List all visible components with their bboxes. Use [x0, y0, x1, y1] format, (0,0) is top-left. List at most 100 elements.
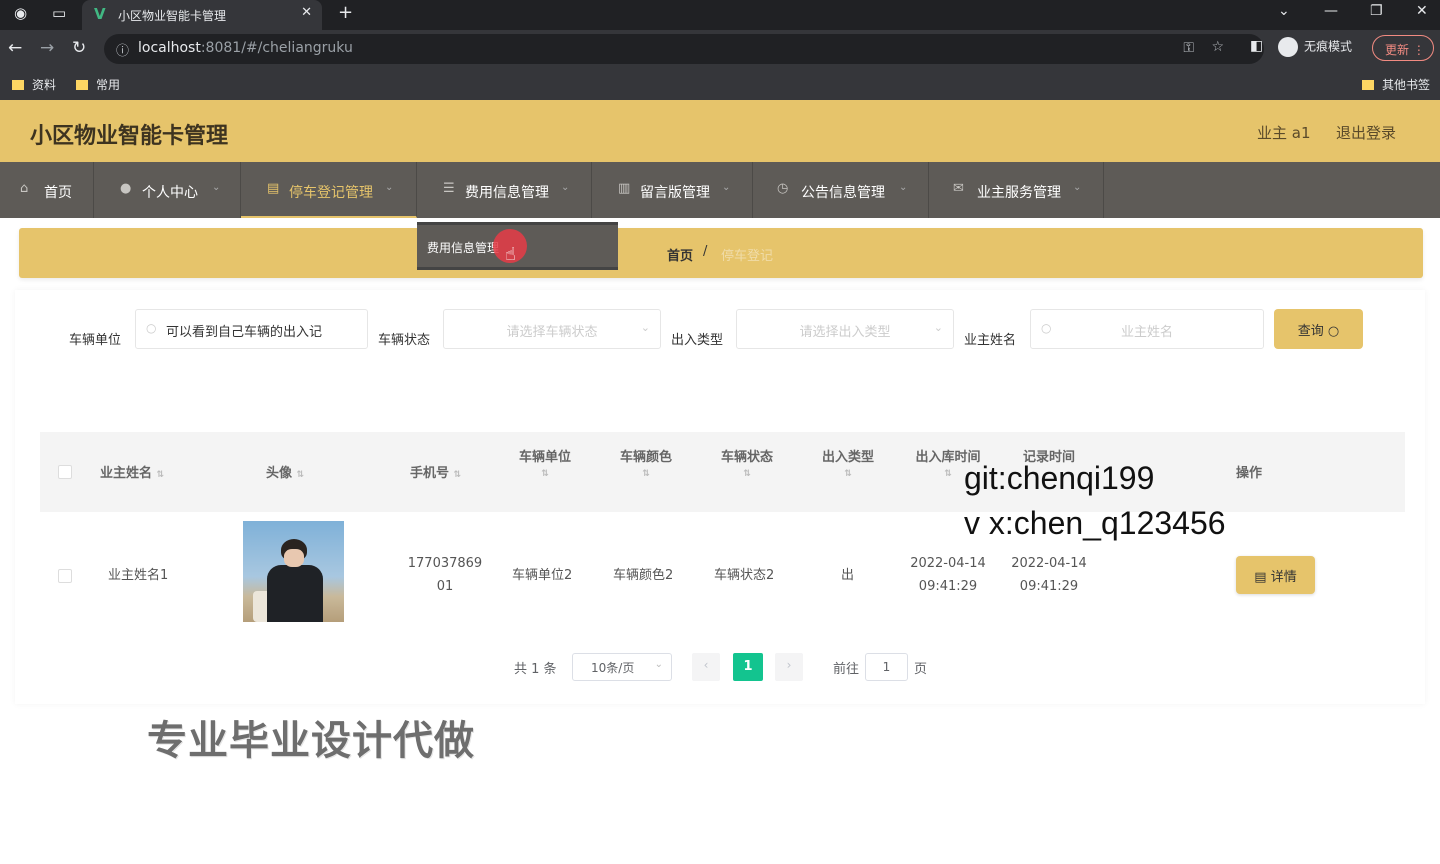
- back-icon[interactable]: ←: [8, 38, 22, 58]
- sort-icon[interactable]: ⇅: [541, 469, 549, 479]
- nav-item-notices[interactable]: ◷ 公告信息管理 ⌄: [753, 162, 929, 218]
- next-page-button[interactable]: ›: [775, 653, 803, 681]
- sort-icon[interactable]: ⇅: [157, 470, 165, 480]
- browser-tab[interactable]: V 小区物业智能卡管理 ✕: [82, 0, 322, 30]
- inout-time-cell: 2022-04-14 09:41:29: [910, 556, 986, 594]
- table-header: 业主姓名 ⇅ 头像 ⇅ 手机号 ⇅ 车辆单位 ⇅ 车辆颜色 ⇅ 车辆状态 ⇅ 出入类型…: [40, 432, 1405, 512]
- sort-icon[interactable]: ⇅: [844, 469, 852, 479]
- main-nav: ⌂ 首页 ● 个人中心 ⌄ ▤ 停车登记管理 ⌄ ☰ 费用信息管理 ⌄ ▥ 留言…: [0, 162, 1440, 218]
- restore-icon[interactable]: ❐: [1370, 3, 1383, 19]
- inout-type-select[interactable]: 请选择出入类型 ⌄: [736, 309, 954, 349]
- row-checkbox[interactable]: [58, 569, 72, 583]
- clock-icon: ◷: [777, 181, 789, 196]
- site-info-icon[interactable]: ⓘ: [116, 40, 129, 59]
- folder-icon: [1362, 80, 1374, 90]
- owner-name-input[interactable]: ○ 业主姓名: [1030, 309, 1264, 349]
- sort-icon[interactable]: ⇅: [743, 469, 751, 479]
- page-suffix: 页: [914, 662, 928, 677]
- vehicle-status-select[interactable]: 请选择车辆状态 ⌄: [443, 309, 661, 349]
- app-title: 小区物业智能卡管理: [30, 124, 229, 149]
- vehicle-unit-input[interactable]: ○ 可以看到自己车辆的出入记: [135, 309, 368, 349]
- sort-icon[interactable]: ⇅: [454, 470, 462, 480]
- chevron-down-icon: ⌄: [1073, 182, 1082, 193]
- column-header[interactable]: 出入类型 ⇅: [819, 446, 877, 480]
- goto-page-input[interactable]: 1: [865, 653, 908, 681]
- nav-item-fees[interactable]: ☰ 费用信息管理 ⌄: [417, 162, 592, 218]
- vue-favicon-icon: V: [94, 5, 106, 23]
- column-header[interactable]: 车辆状态 ⇅: [718, 446, 776, 480]
- breadcrumb-home[interactable]: 首页: [667, 245, 693, 264]
- vehicle-unit-cell: 车辆单位2: [512, 568, 573, 583]
- nav-item-services[interactable]: ✉ 业主服务管理 ⌄: [929, 162, 1104, 218]
- url-path: :8081/#/cheliangruku: [200, 40, 353, 56]
- logout-link[interactable]: 退出登录: [1336, 122, 1396, 143]
- inout-type-label: 出入类型: [671, 333, 724, 348]
- incognito-icon: [1278, 37, 1298, 57]
- nav-item-home[interactable]: ⌂ 首页: [0, 162, 94, 218]
- forward-icon[interactable]: →: [40, 38, 54, 58]
- nav-item-messages[interactable]: ▥ 留言版管理 ⌄: [592, 162, 753, 218]
- goto-label: 前往: [833, 662, 860, 677]
- breadcrumb-separator: /: [703, 244, 708, 259]
- minimize-icon[interactable]: —: [1324, 3, 1338, 19]
- tab-close-icon[interactable]: ✕: [301, 5, 312, 20]
- sort-icon[interactable]: ⇅: [944, 469, 952, 479]
- reload-icon[interactable]: ↻: [72, 38, 86, 58]
- breadcrumb-current: 停车登记: [721, 249, 774, 264]
- bookmark-folder[interactable]: 常用: [76, 76, 120, 93]
- watermark-git: git:chenqi199: [964, 460, 1155, 496]
- prev-page-button[interactable]: ‹: [692, 653, 720, 681]
- browser-profile-icon[interactable]: ◉: [14, 4, 27, 22]
- page-number-current[interactable]: 1: [733, 653, 763, 681]
- column-header[interactable]: 车辆单位 ⇅: [516, 446, 574, 480]
- detail-button[interactable]: ▤ 详情: [1236, 556, 1315, 594]
- list-icon: ☰: [443, 181, 455, 196]
- chevron-down-icon: ⌄: [933, 321, 943, 334]
- bookmark-star-icon[interactable]: ☆: [1211, 39, 1224, 55]
- bookmarks-bar: 资料 常用 其他书签: [0, 68, 1440, 100]
- query-button[interactable]: 查询 ○: [1274, 309, 1363, 349]
- tab-search-icon[interactable]: ⌄: [1278, 3, 1290, 19]
- bookmark-folder[interactable]: 资料: [12, 76, 56, 93]
- browser-tabbar: ◉ ▭ V 小区物业智能卡管理 ✕ + ⌄ — ❐ ✕: [0, 0, 1440, 30]
- address-bar[interactable]: ⓘ localhost:8081/#/cheliangruku ⚿ ☆: [104, 34, 1264, 64]
- chevron-right-icon: ›: [786, 658, 792, 672]
- app-header: 小区物业智能卡管理 业主 a1 退出登录: [0, 100, 1440, 162]
- other-bookmarks[interactable]: 其他书签: [1362, 76, 1430, 93]
- phone-cell: 177037869 01: [407, 556, 483, 594]
- breadcrumb: 首页 / 停车登记: [19, 228, 1423, 278]
- column-header[interactable]: 业主姓名 ⇅: [100, 462, 164, 481]
- column-header[interactable]: 手机号 ⇅: [410, 462, 461, 481]
- document-icon: ▥: [618, 181, 631, 196]
- pagination-total: 共 1 条: [514, 662, 557, 677]
- new-tab-icon[interactable]: +: [338, 2, 353, 23]
- column-header[interactable]: 头像 ⇅: [266, 462, 304, 481]
- vehicle-status-label: 车辆状态: [378, 333, 431, 348]
- hand-cursor-icon: ☝: [505, 244, 516, 265]
- url-host: localhost: [138, 40, 201, 56]
- chevron-down-icon: ⌄: [561, 182, 570, 193]
- chevron-down-icon: ⌄: [385, 182, 394, 193]
- update-button[interactable]: 更新 ⋮: [1372, 35, 1434, 61]
- column-header[interactable]: 车辆颜色 ⇅: [617, 446, 675, 480]
- vehicle-status-cell: 车辆状态2: [714, 568, 775, 583]
- nav-item-personal[interactable]: ● 个人中心 ⌄: [94, 162, 241, 218]
- sort-icon[interactable]: ⇅: [297, 470, 305, 480]
- watermark-vx: v x:chen_q123456: [964, 505, 1226, 541]
- dropdown-item-fees[interactable]: 费用信息管理: [427, 239, 499, 256]
- page-size-select[interactable]: 10条/页 ⌄: [572, 653, 672, 681]
- side-panel-icon[interactable]: ◧: [1250, 38, 1263, 54]
- folder-icon: [76, 80, 88, 90]
- current-user: 业主 a1: [1257, 124, 1311, 142]
- sort-icon[interactable]: ⇅: [642, 469, 650, 479]
- content-panel: 车辆单位 ○ 可以看到自己车辆的出入记 车辆状态 请选择车辆状态 ⌄ 出入类型 …: [15, 290, 1425, 704]
- chevron-left-icon: ‹: [703, 658, 709, 672]
- tab-strip-icon[interactable]: ▭: [52, 4, 66, 22]
- chevron-down-icon: ⌄: [640, 321, 650, 334]
- nav-item-parking[interactable]: ▤ 停车登记管理 ⌄: [241, 162, 417, 218]
- select-all-checkbox[interactable]: [58, 465, 72, 479]
- key-icon[interactable]: ⚿: [1183, 40, 1194, 56]
- tab-title: 小区物业智能卡管理: [118, 9, 227, 23]
- incognito-indicator[interactable]: 无痕模式: [1278, 37, 1352, 57]
- window-close-icon[interactable]: ✕: [1416, 3, 1428, 19]
